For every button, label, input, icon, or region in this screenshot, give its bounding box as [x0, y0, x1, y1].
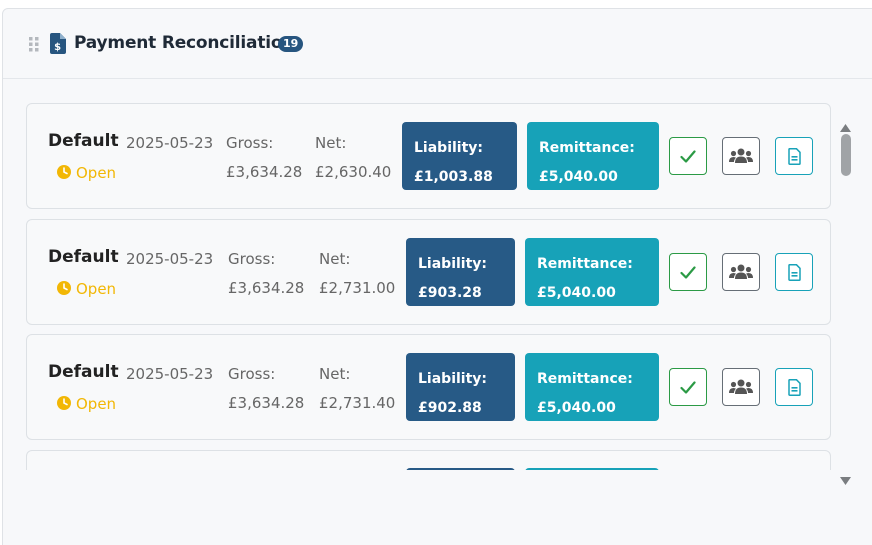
clock-icon — [57, 281, 71, 295]
clock-icon — [57, 396, 71, 410]
clock-icon — [57, 165, 71, 179]
liability-box: Liability: £1,003.88 — [402, 122, 517, 190]
approve-button[interactable] — [669, 137, 707, 175]
liability-value: £903.28 — [418, 285, 482, 301]
employees-button[interactable] — [722, 137, 760, 175]
card-date: 2025-05-23 — [126, 365, 214, 383]
remittance-box: Remittance: £5,040.00 — [525, 353, 659, 421]
users-icon — [729, 379, 753, 394]
remittance-box: Remittance: £5,040.00 — [527, 122, 659, 190]
net-value: £2,731.40 — [319, 394, 396, 412]
check-icon — [680, 149, 696, 163]
card-name: Default — [48, 362, 119, 382]
approve-button[interactable] — [669, 253, 707, 291]
liability-value: £902.88 — [418, 400, 482, 416]
liability-box — [406, 468, 515, 470]
panel-header: $ Payment Reconciliation 19 — [3, 9, 872, 79]
panel-title: Payment Reconciliation — [74, 33, 295, 53]
check-icon — [680, 265, 696, 279]
check-icon — [680, 380, 696, 394]
card-date: 2025-05-23 — [126, 250, 214, 268]
remittance-value: £5,040.00 — [539, 169, 618, 185]
net-value: £2,731.00 — [319, 279, 396, 297]
scroll-down-arrow-icon[interactable] — [839, 471, 852, 485]
liability-box: Liability: £903.28 — [406, 238, 515, 306]
remittance-box: Remittance: £5,040.00 — [525, 238, 659, 306]
report-button[interactable] — [775, 253, 813, 291]
file-invoice-dollar-icon: $ — [50, 33, 66, 54]
reconciliation-card[interactable]: Default Open 2025-05-23 Gross: £3,634.28… — [26, 103, 831, 209]
svg-text:$: $ — [54, 42, 61, 53]
employees-button[interactable] — [722, 253, 760, 291]
gross-value: £3,634.28 — [226, 163, 303, 181]
liability-value: £1,003.88 — [414, 169, 493, 185]
remittance-label: Remittance: — [537, 256, 633, 272]
liability-label: Liability: — [414, 140, 484, 156]
scroll-up-arrow-icon[interactable] — [839, 118, 852, 132]
drag-handle-icon[interactable] — [28, 36, 40, 52]
reconciliation-card[interactable]: Default Open 2025-05-23 Gross: £3,634.28… — [26, 219, 831, 325]
file-text-icon — [787, 263, 801, 281]
status-label: Open — [76, 395, 117, 413]
remittance-value: £5,040.00 — [537, 285, 616, 301]
card-date: 2025-05-23 — [126, 134, 214, 152]
gross-label: Gross: — [226, 134, 274, 152]
record-count-badge: 19 — [278, 36, 304, 52]
reconciliation-card[interactable] — [26, 450, 831, 470]
users-icon — [729, 264, 753, 279]
reconciliation-card[interactable]: Default Open 2025-05-23 Gross: £3,634.28… — [26, 334, 831, 440]
scrollbar-thumb[interactable] — [841, 134, 851, 176]
liability-label: Liability: — [418, 371, 488, 387]
remittance-box — [525, 468, 659, 470]
report-button[interactable] — [775, 137, 813, 175]
reconciliation-list: Default Open 2025-05-23 Gross: £3,634.28… — [26, 94, 832, 470]
status-badge: Open — [57, 280, 116, 298]
approve-button[interactable] — [669, 368, 707, 406]
remittance-label: Remittance: — [537, 371, 633, 387]
gross-label: Gross: — [228, 250, 276, 268]
card-name: Default — [48, 131, 119, 151]
remittance-value: £5,040.00 — [537, 400, 616, 416]
gross-label: Gross: — [228, 365, 276, 383]
gross-value: £3,634.28 — [228, 279, 305, 297]
status-label: Open — [76, 280, 117, 298]
report-button[interactable] — [775, 368, 813, 406]
file-text-icon — [787, 378, 801, 396]
net-label: Net: — [319, 250, 351, 268]
liability-label: Liability: — [418, 256, 488, 272]
employees-button[interactable] — [722, 368, 760, 406]
file-text-icon — [787, 147, 801, 165]
net-label: Net: — [315, 134, 347, 152]
status-label: Open — [76, 164, 117, 182]
status-badge: Open — [57, 395, 116, 413]
net-label: Net: — [319, 365, 351, 383]
users-icon — [729, 148, 753, 163]
net-value: £2,630.40 — [315, 163, 392, 181]
status-badge: Open — [57, 164, 116, 182]
liability-box: Liability: £902.88 — [406, 353, 515, 421]
gross-value: £3,634.28 — [228, 394, 305, 412]
remittance-label: Remittance: — [539, 140, 635, 156]
card-name: Default — [48, 247, 119, 267]
